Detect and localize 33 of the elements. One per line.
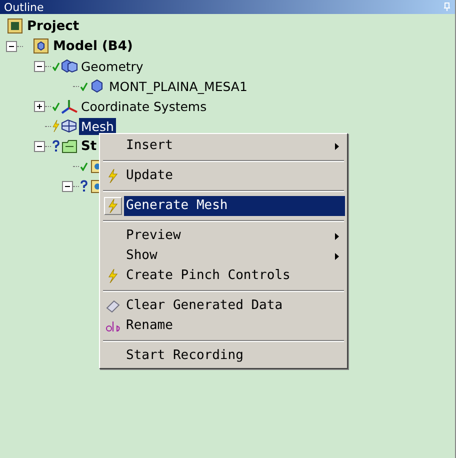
menu-item[interactable]: Create Pinch Controls (102, 266, 345, 286)
menu-item[interactable]: Start Recording (102, 346, 345, 366)
axes-icon (60, 98, 78, 114)
menu-item[interactable]: Clear Generated Data (102, 296, 345, 316)
cube-icon (91, 79, 103, 93)
collapse-icon[interactable] (6, 40, 17, 52)
tree-item[interactable]: Geometry (79, 58, 146, 74)
menu-item[interactable]: Show (102, 246, 345, 266)
lightning-icon (108, 199, 118, 213)
collapse-icon[interactable] (34, 60, 45, 72)
rename-icon (106, 320, 120, 332)
menu-item[interactable]: Rename (102, 316, 345, 336)
collapse-icon[interactable] (34, 140, 45, 152)
tree-item[interactable]: Project (25, 18, 82, 34)
tree-item[interactable]: Model (B4) (51, 38, 135, 54)
lightning-icon (108, 269, 118, 283)
collapse-icon[interactable] (62, 180, 73, 192)
tree-item[interactable]: MONT_PLAINA_MESA1 (107, 78, 250, 94)
folder-icon (62, 140, 76, 152)
menu-item[interactable]: Update (102, 166, 345, 186)
lightning-icon (108, 169, 118, 183)
mesh-icon (61, 119, 77, 133)
tree-item[interactable]: Mesh (79, 118, 116, 134)
menu-item[interactable]: Insert (102, 136, 345, 156)
tree-item[interactable]: St (79, 138, 99, 154)
eraser-icon (106, 300, 120, 312)
panel-title: Outline (4, 0, 44, 14)
project-icon (7, 18, 23, 34)
model-icon (33, 38, 49, 54)
menu-item[interactable]: Preview (102, 226, 345, 246)
cubes-icon (60, 59, 78, 73)
tree-item[interactable]: Coordinate Systems (79, 98, 209, 114)
expand-icon[interactable] (34, 100, 45, 112)
